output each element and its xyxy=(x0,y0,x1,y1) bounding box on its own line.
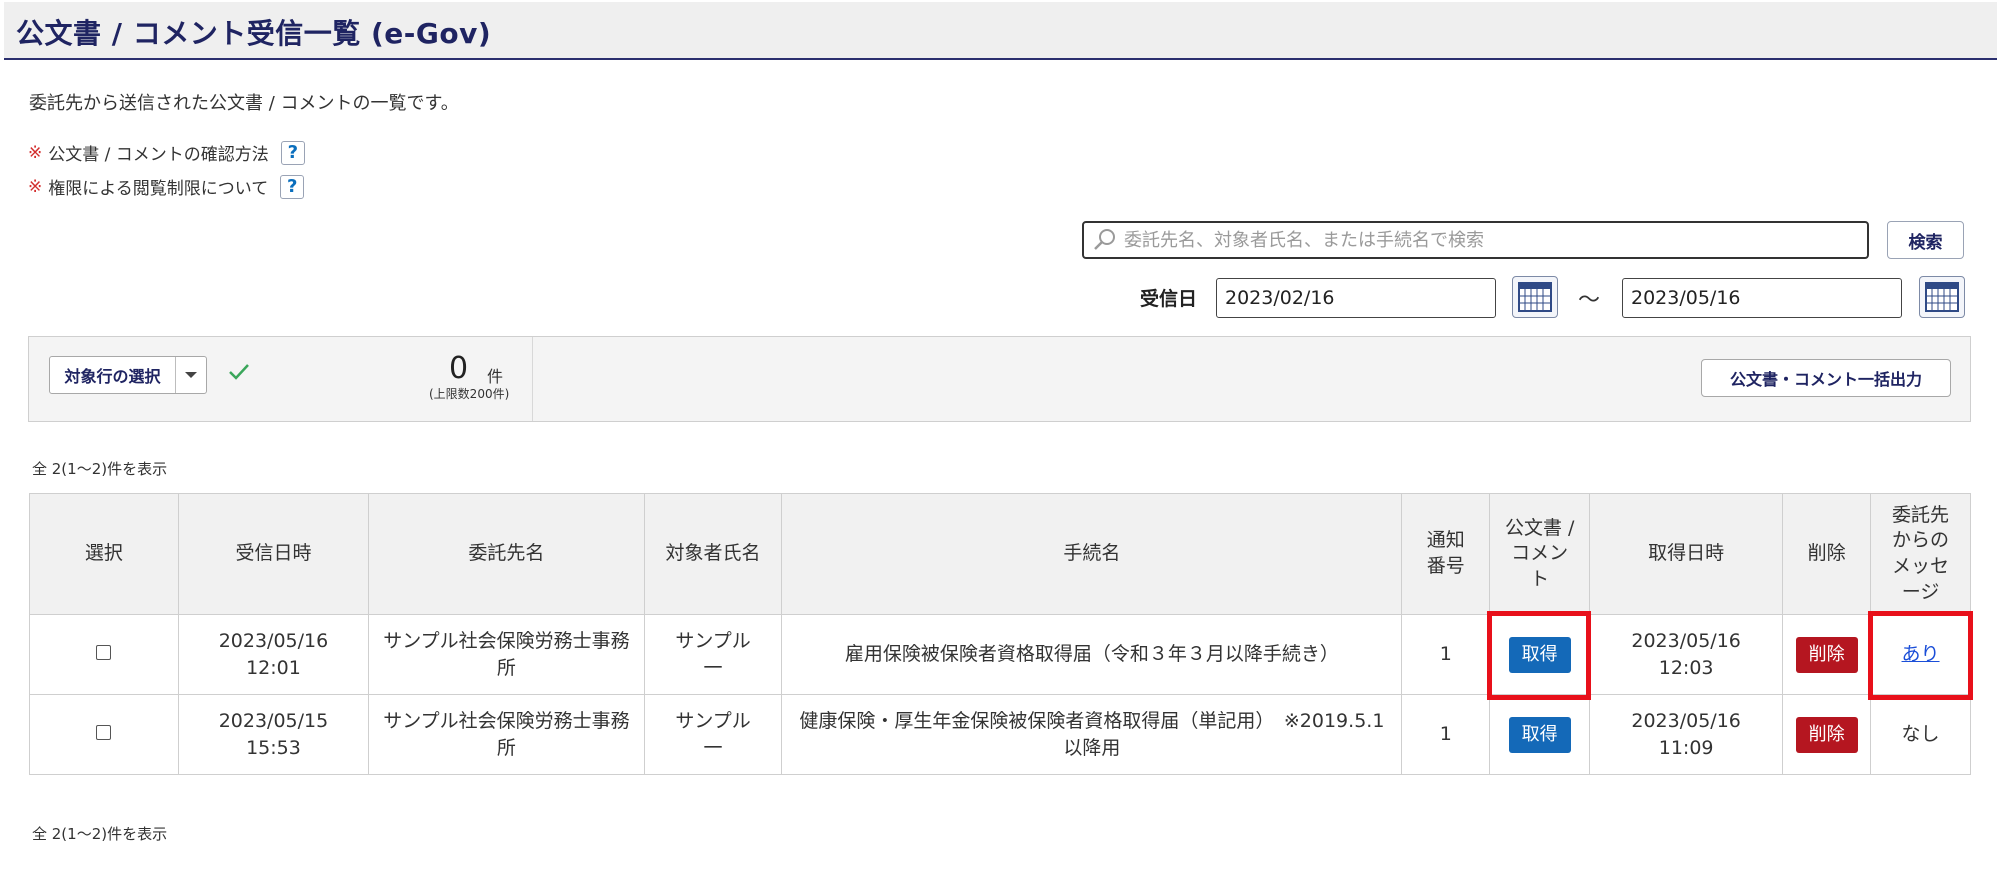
select-cell xyxy=(29,614,179,695)
message-text: なし xyxy=(1870,694,1971,775)
calendar-icon[interactable] xyxy=(1512,276,1558,318)
selected-count-unit: 件 xyxy=(487,367,504,386)
column-header: 受信日時 xyxy=(177,493,370,615)
table-row: 2023/05/16 12:01 サンプル社会保険労務士事務所 サンプル一 雇用… xyxy=(29,614,1971,695)
check-icon xyxy=(229,364,249,380)
date-separator: ～ xyxy=(1578,288,1601,313)
column-header: 通知番号 xyxy=(1401,493,1491,615)
get-document-button[interactable]: 取得 xyxy=(1508,716,1571,753)
date-filter-label: 受信日 xyxy=(1140,288,1198,310)
get-document-button[interactable]: 取得 xyxy=(1508,636,1571,673)
message-link[interactable]: あり xyxy=(1902,643,1940,665)
search-input[interactable] xyxy=(1124,229,1844,251)
message-cell: あり xyxy=(1870,614,1971,695)
received-datetime: 2023/05/16 12:01 xyxy=(177,614,370,695)
received-datetime: 2023/05/15 15:53 xyxy=(177,694,370,775)
note-mark: ※ xyxy=(28,176,43,197)
column-header: 取得日時 xyxy=(1589,493,1784,615)
procedure-name: 雇用保険被保険者資格取得届（令和３年３月以降手続き） xyxy=(781,614,1403,695)
table-row: 2023/05/15 15:53 サンプル社会保険労務士事務所 サンプル一 健康… xyxy=(29,694,1971,775)
acquired-datetime: 2023/05/16 12:03 xyxy=(1589,614,1784,695)
row-checkbox[interactable] xyxy=(96,725,112,741)
table-header-row: 選択 受信日時 委託先名 対象者氏名 手続名 通知番号 公文書 / コメント 取… xyxy=(29,493,1971,615)
bulk-export-button[interactable]: 公文書・コメント一括出力 xyxy=(1701,359,1951,397)
document-cell: 取得 xyxy=(1489,694,1591,775)
row-select-label[interactable]: 対象行の選択 xyxy=(50,357,176,393)
column-header: 公文書 / コメント xyxy=(1489,493,1591,615)
delete-cell: 削除 xyxy=(1782,694,1872,775)
help-icon[interactable]: ? xyxy=(280,140,305,165)
document-cell: 取得 xyxy=(1489,614,1591,695)
delete-button[interactable]: 削除 xyxy=(1795,716,1858,753)
column-header: 委託先名 xyxy=(368,493,645,615)
search-icon xyxy=(1094,229,1115,250)
note-text: 公文書 / コメントの確認方法 xyxy=(48,145,269,165)
procedure-name: 健康保険・厚生年金保険被保険者資格取得届（単記用） ※2019.5.1以降用 xyxy=(781,694,1403,775)
column-header: 対象者氏名 xyxy=(643,493,783,615)
selected-count: 0 xyxy=(449,351,469,386)
row-select-dropdown[interactable]: 対象行の選択 xyxy=(49,356,207,394)
notice-number: 1 xyxy=(1401,694,1491,775)
calendar-icon[interactable] xyxy=(1919,276,1965,318)
search-box[interactable] xyxy=(1082,221,1869,259)
note-text: 権限による閲覧制限について xyxy=(48,179,269,199)
client-name: サンプル社会保険労務士事務所 xyxy=(368,614,645,695)
date-from-input[interactable]: 2023/02/16 xyxy=(1216,278,1496,318)
column-header: 選択 xyxy=(29,493,179,615)
client-name: サンプル社会保険労務士事務所 xyxy=(368,694,645,775)
delete-button[interactable]: 削除 xyxy=(1795,636,1858,673)
date-to-input[interactable]: 2023/05/16 xyxy=(1622,278,1902,318)
subject-name: サンプル一 xyxy=(643,694,783,775)
note-access-restriction: ※ 権限による閲覧制限について ? xyxy=(28,174,305,199)
chevron-down-icon[interactable] xyxy=(176,357,206,393)
page-title: 公文書 / コメント受信一覧 (e-Gov) xyxy=(16,17,492,50)
delete-cell: 削除 xyxy=(1782,614,1872,695)
result-summary: 全 2(1～2)件を表示 xyxy=(32,460,168,478)
intro-text: 委託先から送信された公文書 / コメントの一覧です。 xyxy=(29,93,459,114)
selected-count-limit: (上限数200件) xyxy=(429,387,510,401)
selection-section: 対象行の選択 0 件 (上限数200件) xyxy=(29,337,533,421)
results-table: 選択 受信日時 委託先名 対象者氏名 手続名 通知番号 公文書 / コメント 取… xyxy=(29,493,1971,775)
help-icon[interactable]: ? xyxy=(280,174,305,199)
notice-number: 1 xyxy=(1401,614,1491,695)
note-mark: ※ xyxy=(28,142,43,163)
result-summary-bottom: 全 2(1～2)件を表示 xyxy=(32,825,168,843)
column-header: 手続名 xyxy=(781,493,1403,615)
row-checkbox[interactable] xyxy=(96,645,112,661)
acquired-datetime: 2023/05/16 11:09 xyxy=(1589,694,1784,775)
page-header: 公文書 / コメント受信一覧 (e-Gov) xyxy=(4,2,1997,60)
column-header: 委託先からのメッセージ xyxy=(1870,493,1971,615)
note-confirm-method: ※ 公文書 / コメントの確認方法 ? xyxy=(28,140,305,165)
select-cell xyxy=(29,694,179,775)
search-button[interactable]: 検索 xyxy=(1887,221,1964,259)
subject-name: サンプル一 xyxy=(643,614,783,695)
column-header: 削除 xyxy=(1782,493,1872,615)
selection-toolbar: 対象行の選択 0 件 (上限数200件) 公文書・コメント一括出力 xyxy=(28,336,1971,422)
